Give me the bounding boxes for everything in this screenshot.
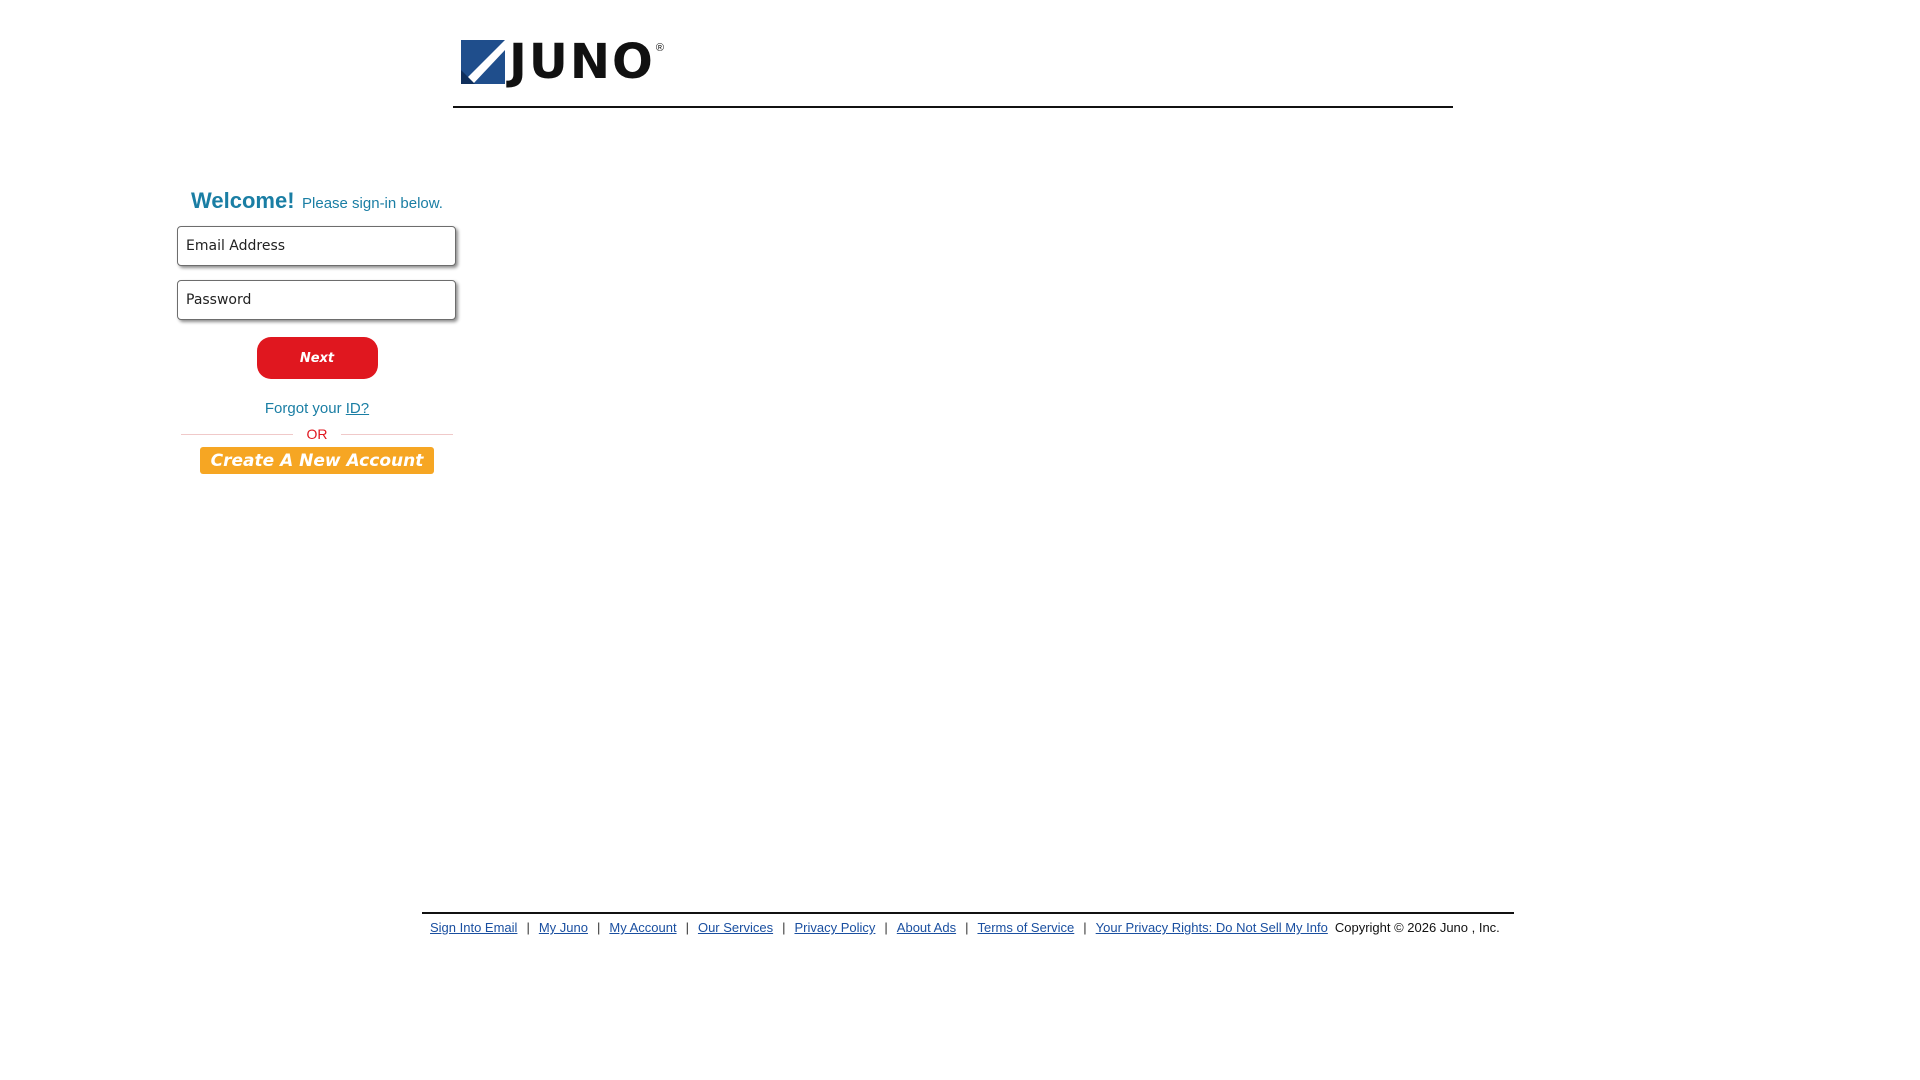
footer-link-privacy-rights[interactable]: Your Privacy Rights: Do Not Sell My Info [1096, 920, 1328, 935]
footer-separator: | [526, 920, 530, 935]
logo-wordmark: JUNO [509, 34, 655, 90]
footer-link-my-account[interactable]: My Account [609, 920, 676, 935]
footer-separator: | [596, 920, 601, 935]
forgot-id-link[interactable]: ID? [346, 400, 369, 417]
password-field[interactable] [177, 280, 456, 320]
login-page: JUNO ® Welcome! Please sign-in below. Ne… [0, 0, 1920, 1080]
footer-link-our-services[interactable]: Our Services [698, 920, 773, 935]
footer-separator: | [965, 920, 969, 935]
footer-link-privacy-policy[interactable]: Privacy Policy [794, 920, 875, 935]
copyright-text: Copyright © 2026 Juno , Inc. [1334, 920, 1500, 935]
login-panel: Welcome! Please sign-in below. Next Forg… [177, 186, 457, 474]
header-divider [453, 106, 1453, 108]
or-line-right [341, 434, 453, 435]
footer: Sign Into Email | My Juno | My Account |… [422, 912, 1514, 935]
create-account-button[interactable]: Create A New Account [200, 447, 434, 474]
forgot-prefix: Forgot your [264, 400, 342, 417]
welcome-heading: Welcome! Please sign-in below. [177, 186, 457, 216]
header: JUNO ® [453, 36, 1453, 109]
registered-mark: ® [655, 42, 664, 54]
footer-separator: | [782, 920, 786, 935]
footer-link-terms-of-service[interactable]: Terms of Service [977, 920, 1074, 935]
footer-separator: | [884, 920, 888, 935]
footer-separator: | [685, 920, 689, 935]
welcome-subtitle: Please sign-in below. [302, 195, 443, 212]
juno-logo[interactable]: JUNO ® [461, 38, 664, 86]
footer-links: Sign Into Email | My Juno | My Account |… [422, 920, 1514, 935]
footer-link-my-juno[interactable]: My Juno [539, 920, 588, 935]
footer-separator: | [1083, 920, 1087, 935]
footer-divider [422, 912, 1514, 914]
or-divider: OR [177, 423, 457, 445]
forgot-id: Forgot your ID? [177, 399, 457, 419]
footer-link-sign-into-email[interactable]: Sign Into Email [430, 920, 517, 935]
email-field[interactable] [177, 226, 456, 266]
juno-logo-icon [461, 40, 505, 84]
next-button[interactable]: Next [256, 337, 378, 379]
footer-link-about-ads[interactable]: About Ads [897, 920, 956, 935]
welcome-title: Welcome! [191, 188, 295, 213]
